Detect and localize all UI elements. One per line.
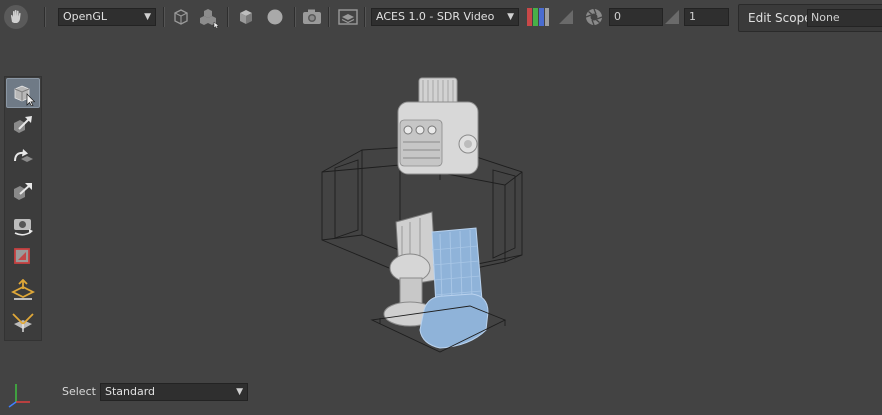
light-tool-button[interactable] [6,309,40,339]
hand-icon[interactable] [4,5,28,29]
chevron-down-icon: ▼ [236,387,243,397]
gamma-field[interactable]: 1 [684,8,729,26]
aperture-icon[interactable] [585,8,603,26]
renderer-dropdown[interactable]: OpenGL ▼ [58,8,156,26]
scale-tool-button[interactable] [6,177,40,207]
edit-scope-value: None [811,11,840,24]
edit-scope-widget[interactable]: Edit Scope None [738,4,882,32]
select-mode-dropdown[interactable]: Standard ▼ [100,383,248,401]
viewport-scene[interactable] [300,60,560,370]
select-mode-value: Standard [105,385,156,398]
camera-orbit-icon [14,219,33,236]
crop-window-icon [14,248,30,264]
select-cube-icon [14,85,36,106]
rgb-channels-icon[interactable] [527,8,549,26]
contrast-icon[interactable] [558,9,574,25]
gamma-value: 1 [689,10,696,23]
clipping-plane-tool-button[interactable] [6,276,40,306]
camera-tool-button[interactable] [6,210,40,240]
tool-strip [4,76,42,341]
robot-head[interactable] [397,77,479,175]
viewer-toolbar: OpenGL ▼ ACES 1.0 - SDR Video ▼ 0 1 Edit… [0,0,882,34]
solid-cube-icon[interactable] [236,8,256,26]
multi-object-icon[interactable] [198,8,220,30]
color-transform-dropdown[interactable]: ACES 1.0 - SDR Video ▼ [371,8,519,26]
selection-tool-button[interactable] [6,78,40,108]
light-spot-icon [12,313,34,332]
select-mode-label: Select [62,385,96,398]
rotate-tool-button[interactable] [6,144,40,174]
color-transform-value: ACES 1.0 - SDR Video [376,10,495,23]
exposure-value: 0 [614,10,621,23]
edit-scope-label: Edit Scope [748,11,812,25]
exposure-field[interactable]: 0 [609,8,663,26]
gamma-icon[interactable] [664,9,680,25]
axis-gizmo [8,384,30,408]
chevron-down-icon: ▼ [507,12,514,22]
rotate-arrow-icon [14,149,33,162]
translate-arrow-icon [14,116,32,133]
camera-icon[interactable] [301,8,321,26]
translate-tool-button[interactable] [6,111,40,141]
chevron-down-icon: ▼ [144,12,151,22]
sphere-icon[interactable] [265,8,285,26]
clipping-plane-icon [11,279,35,300]
layers-icon[interactable] [337,8,358,26]
renderer-value: OpenGL [63,10,108,23]
crop-tool-button[interactable] [6,243,40,273]
edit-scope-dropdown[interactable]: None [807,9,882,27]
scale-arrow-icon [14,183,32,200]
bounding-box-icon[interactable] [171,8,191,26]
